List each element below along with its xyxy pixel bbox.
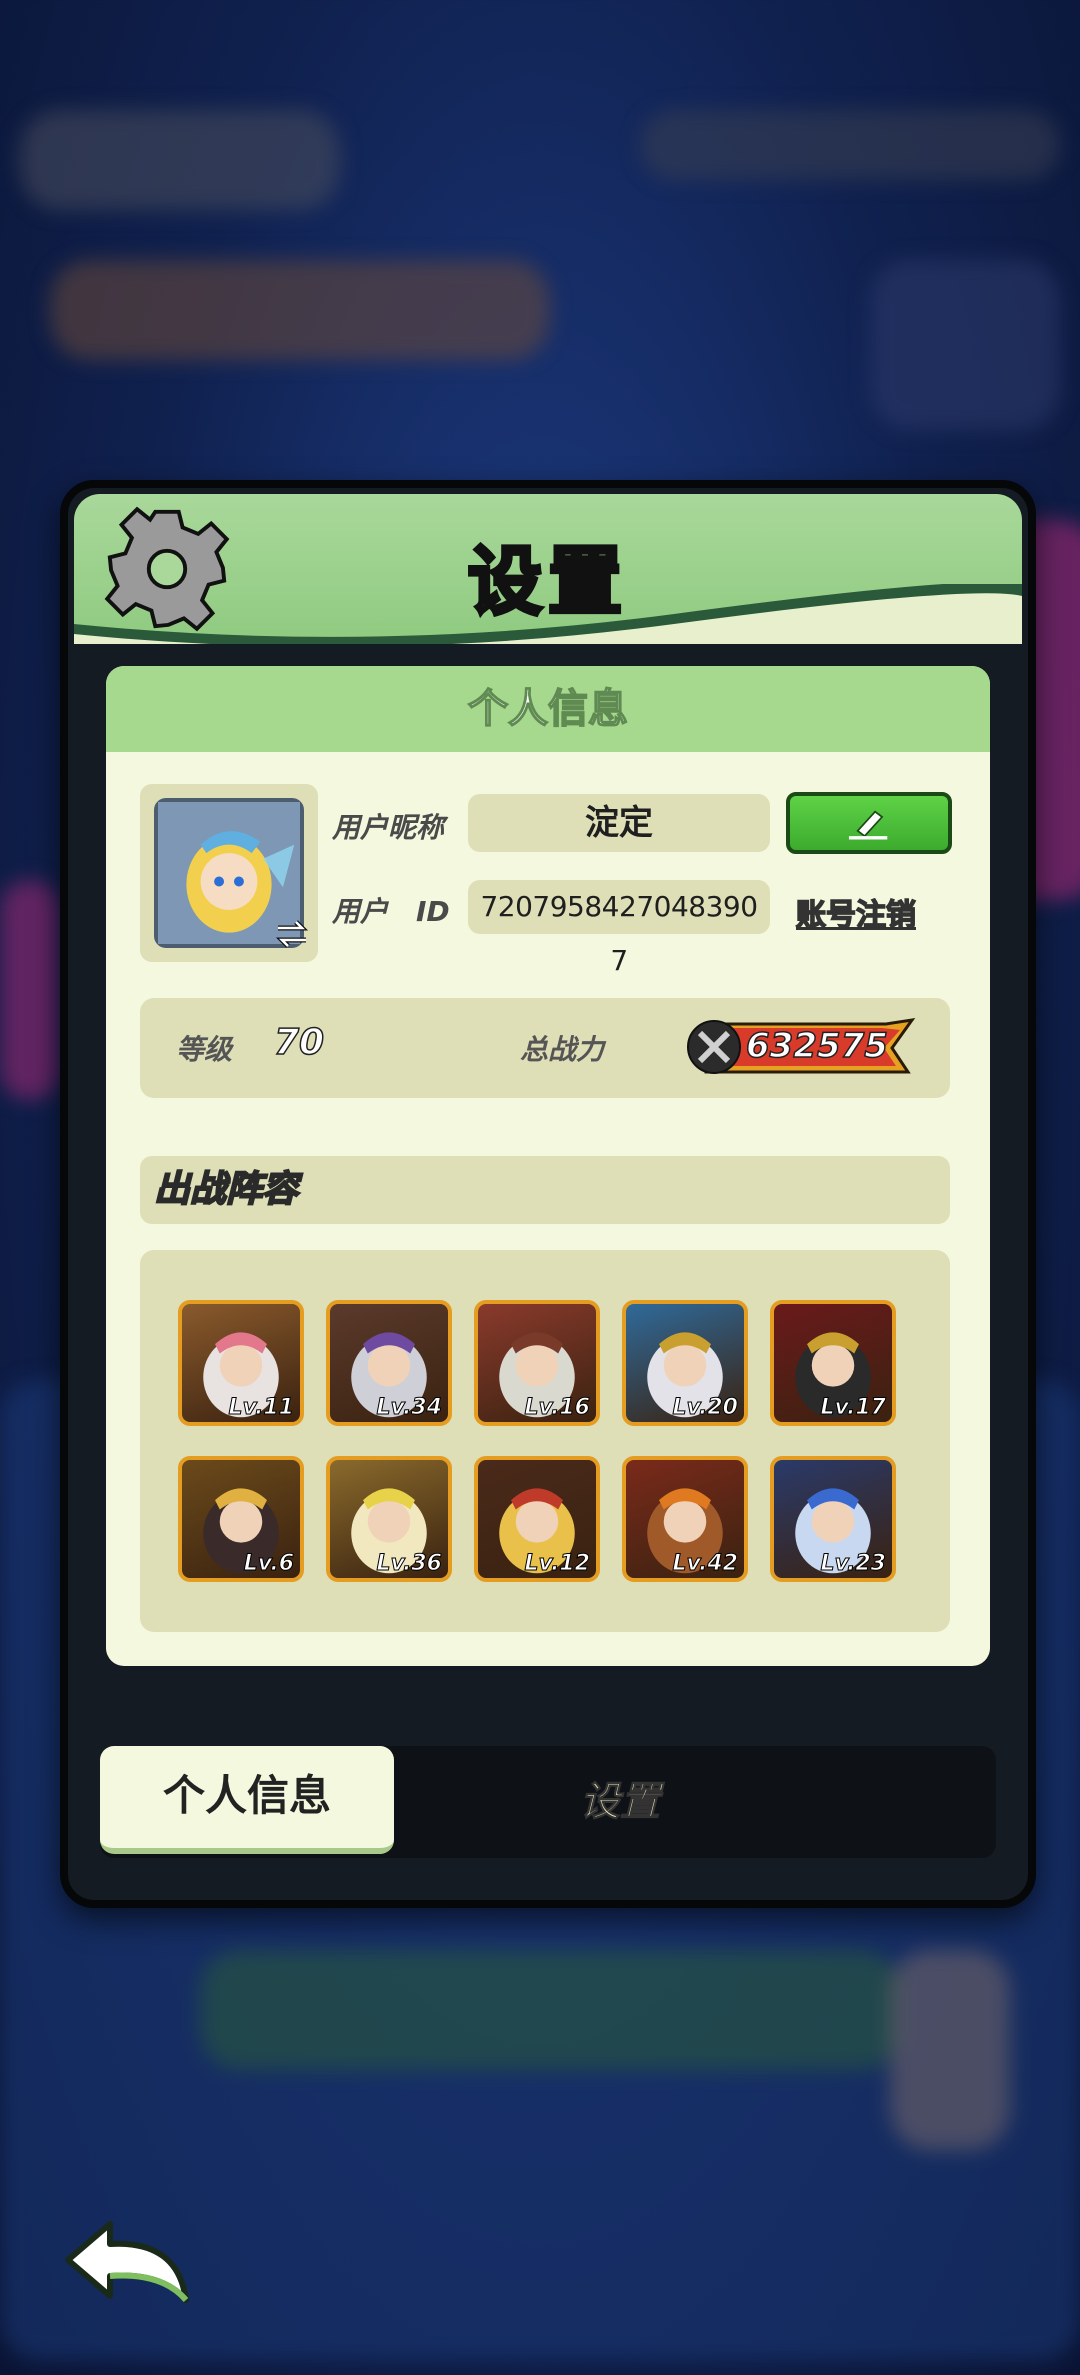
- hero-level: Lv.6: [243, 1551, 294, 1577]
- power-label: 总战力: [520, 1033, 605, 1066]
- swap-icon[interactable]: [272, 914, 312, 954]
- power-value: 632575: [745, 1025, 888, 1067]
- hero-card[interactable]: Lv.20: [622, 1300, 748, 1426]
- personal-info-panel: 个人信息 用户昵称 淀定 用户 ID 7207958427048390 7 账号…: [106, 666, 990, 1666]
- cancel-account-link[interactable]: 账号注销: [795, 890, 917, 934]
- hero-card[interactable]: Lv.34: [326, 1300, 452, 1426]
- hero-card[interactable]: Lv.23: [770, 1456, 896, 1582]
- avatar-container[interactable]: [140, 784, 318, 962]
- hero-level: Lv.17: [820, 1395, 887, 1421]
- dialog-title: 设置: [466, 537, 628, 627]
- edit-nickname-button[interactable]: [786, 792, 952, 854]
- hero-card[interactable]: Lv.17: [770, 1300, 896, 1426]
- dialog-header: 设置: [74, 494, 1022, 644]
- hero-card[interactable]: Lv.42: [622, 1456, 748, 1582]
- crossed-swords-icon: [687, 1020, 741, 1074]
- hero-level: Lv.34: [376, 1395, 443, 1421]
- hero-level: Lv.42: [672, 1551, 739, 1577]
- nickname-label: 用户昵称: [332, 811, 445, 844]
- section-title-personal-info: 个人信息: [106, 666, 990, 752]
- hero-card[interactable]: Lv.16: [474, 1300, 600, 1426]
- hero-card[interactable]: Lv.12: [474, 1456, 600, 1582]
- nickname-field: 淀定: [468, 794, 770, 852]
- power-badge: 632575: [686, 1016, 916, 1078]
- hero-level: Lv.20: [672, 1395, 739, 1421]
- back-arrow-icon[interactable]: [58, 2216, 196, 2308]
- tab-personal-info[interactable]: 个人信息: [100, 1746, 394, 1854]
- hero-level: Lv.11: [228, 1395, 295, 1421]
- level-label: 等级: [176, 1033, 233, 1066]
- level-value: 70: [273, 1021, 325, 1064]
- lineup-title: 出战阵容: [140, 1156, 950, 1224]
- settings-dialog: 设置 个人信息 用户昵称 淀定 用户 ID 7207958427048390 7…: [60, 480, 1036, 1908]
- hero-card[interactable]: Lv.11: [178, 1300, 304, 1426]
- pencil-icon: [848, 810, 888, 840]
- tab-bar: 个人信息 设置: [100, 1746, 996, 1858]
- user-id-field: 7207958427048390 7: [468, 880, 770, 977]
- hero-level: Lv.36: [376, 1551, 443, 1577]
- hero-card[interactable]: Lv.36: [326, 1456, 452, 1582]
- tab-settings[interactable]: 设置: [520, 1746, 720, 1858]
- stats-bar: 等级 70 总战力 632575: [140, 998, 950, 1098]
- hero-card[interactable]: Lv.6: [178, 1456, 304, 1582]
- hero-level: Lv.12: [524, 1551, 591, 1577]
- hero-level: Lv.23: [820, 1551, 887, 1577]
- hero-level: Lv.16: [524, 1395, 591, 1421]
- hero-lineup-grid: Lv.11 Lv.34 Lv.16 Lv.20 Lv.17 Lv.6 Lv.36 Lv.12 L…: [140, 1250, 950, 1632]
- user-id-label: 用户 ID: [332, 895, 450, 928]
